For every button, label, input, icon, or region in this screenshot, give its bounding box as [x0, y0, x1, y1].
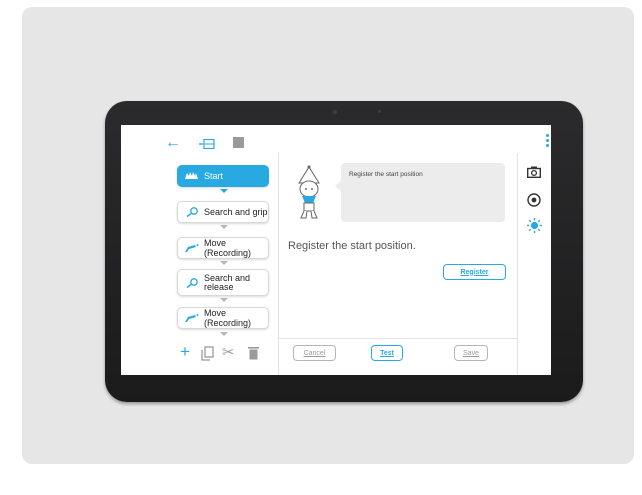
step-move-recording-2[interactable]: Move (Recording): [177, 307, 269, 329]
step-label: Search and release: [204, 272, 251, 292]
robot-mascot-icon: [298, 165, 320, 219]
cancel-button[interactable]: Cancel: [293, 345, 336, 361]
record-icon[interactable]: [527, 193, 541, 207]
robot-arm-icon: [185, 314, 199, 322]
step-start[interactable]: Start: [177, 165, 269, 187]
robot-arm-icon: [185, 244, 199, 252]
stop-icon[interactable]: [233, 137, 244, 148]
bubble-text: Register the start position: [349, 171, 423, 178]
brightness-icon[interactable]: [527, 218, 542, 233]
step-connector: [220, 332, 228, 336]
step-label: Search and grip: [204, 207, 268, 217]
copy-icon[interactable]: [201, 346, 214, 361]
register-button[interactable]: Register: [443, 264, 506, 280]
test-button[interactable]: Test: [371, 345, 403, 361]
divider: [278, 338, 518, 339]
app-screen: ← Start Search and grip Move (Recording)…: [121, 125, 551, 375]
speech-bubble: Register the start position: [335, 163, 505, 222]
camera-dot: [333, 110, 337, 114]
more-menu-icon[interactable]: [546, 134, 549, 149]
divider: [278, 153, 279, 375]
save-button[interactable]: Save: [454, 345, 488, 361]
back-arrow-icon[interactable]: ←: [165, 135, 181, 151]
camera-icon[interactable]: [527, 166, 541, 178]
sensor-dot: [378, 110, 381, 113]
list-view-icon[interactable]: [199, 139, 215, 149]
step-move-recording[interactable]: Move (Recording): [177, 237, 269, 259]
magnifier-icon: [186, 277, 198, 288]
step-connector: [220, 298, 228, 302]
hand-icon: [185, 172, 198, 179]
step-label: Move (Recording): [204, 238, 252, 258]
step-connector: [220, 189, 228, 193]
scissors-icon[interactable]: ✂: [222, 343, 235, 361]
step-connector: [220, 225, 228, 229]
add-icon[interactable]: +: [180, 342, 190, 362]
trash-icon[interactable]: [248, 346, 259, 360]
step-search-grip[interactable]: Search and grip: [177, 201, 269, 223]
step-label: Start: [204, 171, 224, 181]
step-label: Move (Recording): [204, 308, 252, 328]
magnifier-icon: [186, 207, 198, 217]
step-connector: [220, 261, 228, 265]
instruction-text: Register the start position.: [288, 240, 416, 252]
step-search-release[interactable]: Search and release: [177, 269, 269, 296]
tablet-device: ← Start Search and grip Move (Recording)…: [105, 101, 583, 402]
divider: [517, 153, 518, 375]
